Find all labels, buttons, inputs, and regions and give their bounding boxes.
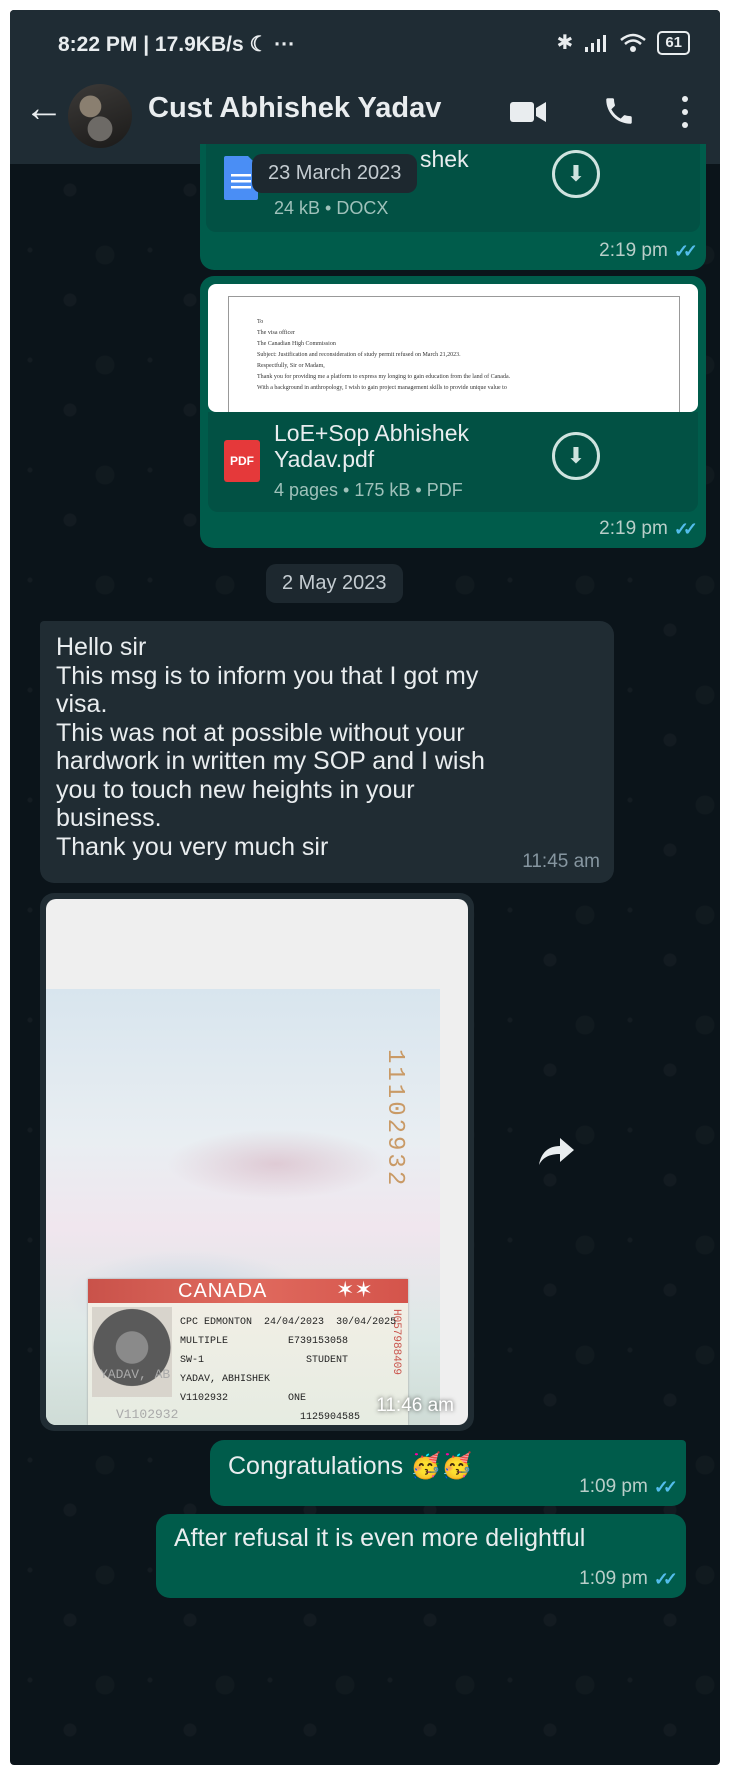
pdf-badge-icon: PDF — [224, 440, 260, 482]
visa-office: CPC EDMONTON — [180, 1317, 253, 1328]
message-line: This msg is to inform you that I got my — [56, 661, 479, 690]
download-icon[interactable]: ⬇ — [552, 150, 600, 198]
underlying-passport: V1102932 — [116, 1407, 179, 1422]
chat-screen: 8:22 PM | 17.9KB/s ☾ ··· ✱ 61 ← Cust Abh… — [10, 10, 720, 1765]
message-time: 1:09 pm — [579, 1476, 648, 1497]
visa-code: SW-1 — [180, 1355, 205, 1366]
congrats-message[interactable]: Congratulations 🥳🥳 1:09 pm ✓✓ — [210, 1440, 686, 1506]
underlying-name: YADAV, AB — [100, 1367, 171, 1382]
status-time: 8:22 PM | 17.9KB/s ☾ ··· — [58, 33, 296, 56]
incoming-message-meta: 11:45 am — [522, 851, 600, 873]
maple-leaf-icon: ✶✶ — [336, 1277, 373, 1302]
contact-avatar[interactable] — [68, 84, 132, 148]
contact-name[interactable]: Cust Abhishek Yadav — [148, 92, 441, 125]
read-receipt-icon: ✓✓ — [653, 1476, 678, 1497]
bluetooth-icon: ✱ — [556, 32, 574, 54]
message-line: Hello sir — [56, 633, 147, 661]
voice-call-icon[interactable] — [602, 94, 636, 128]
message-line: visa. — [56, 690, 108, 718]
message-text: Hello sir This msg is to inform you that… — [56, 633, 485, 861]
pdf-file-card[interactable]: PDF LoE+Sop Abhishek Yadav.pdf 4 pages •… — [208, 412, 698, 512]
message-text: Congratulations — [228, 1452, 404, 1480]
incoming-image-message[interactable]: 11102932 CANADA ✶✶ H057988409 CPC EDMONT… — [40, 893, 474, 1431]
message-time: 1:09 pm — [579, 1568, 648, 1589]
docx-file-name: shek — [420, 146, 469, 172]
message-line: business. — [56, 804, 162, 832]
image-meta: 11:46 am — [376, 1395, 454, 1417]
signal-icon — [585, 34, 607, 52]
pdf-message[interactable]: To The visa officer The Canadian High Co… — [200, 276, 706, 548]
visa-number: E739153058 — [288, 1336, 349, 1347]
date-chip-overlay: 23 March 2023 — [252, 154, 418, 193]
forward-icon[interactable] — [538, 1136, 576, 1166]
message-time: 2:19 pm — [599, 518, 668, 539]
pdf-file-name: LoE+Sop Abhishek Yadav.pdf — [274, 420, 470, 472]
preview-line: To — [257, 319, 264, 325]
message-line: hardwork in written my SOP and I wish — [56, 747, 485, 775]
wifi-icon — [620, 33, 647, 52]
read-receipt-icon: ✓✓ — [673, 240, 698, 261]
video-call-icon[interactable] — [510, 100, 546, 124]
after-refusal-message-meta: 1:09 pm ✓✓ — [579, 1568, 678, 1590]
docx-message-meta: 2:19 pm ✓✓ — [599, 240, 698, 262]
visa-holder-photo — [92, 1307, 172, 1397]
pdf-message-meta: 2:19 pm ✓✓ — [599, 518, 698, 540]
message-time: 11:45 am — [522, 851, 600, 872]
more-options-icon[interactable] — [682, 96, 690, 135]
download-icon[interactable]: ⬇ — [552, 432, 600, 480]
after-refusal-message[interactable]: After refusal it is even more delightful… — [156, 1514, 686, 1598]
visa-name: YADAV, ABHISHEK — [180, 1374, 271, 1385]
battery-indicator: 61 — [657, 30, 690, 55]
preview-line: Respectfully, Sir or Madam, — [257, 363, 325, 369]
preview-line: Thank you for providing me a platform to… — [257, 374, 511, 380]
congrats-message-meta: 1:09 pm ✓✓ — [579, 1476, 678, 1498]
incoming-text-message[interactable]: Hello sir This msg is to inform you that… — [40, 621, 614, 883]
pdf-preview[interactable]: To The visa officer The Canadian High Co… — [208, 284, 698, 412]
message-time: 2:19 pm — [599, 240, 668, 261]
read-receipt-icon: ✓✓ — [653, 1568, 678, 1589]
message-line: This was not at possible without your — [56, 718, 465, 747]
read-receipt-icon: ✓✓ — [673, 518, 698, 539]
message-text: After refusal it is even more delightful — [174, 1524, 586, 1552]
pdf-file-info: 4 pages • 175 kB • PDF — [274, 480, 463, 500]
visa-entries: MULTIPLE — [180, 1336, 229, 1347]
message-line: you to touch new heights in your — [56, 775, 415, 804]
status-icons: ✱ 61 — [557, 30, 690, 55]
passport-vertical-number: 11102932 — [381, 1049, 408, 1189]
preview-line: Subject: Justification and reconsiderati… — [257, 352, 461, 358]
visa-sticker: CANADA ✶✶ H057988409 CPC EDMONTON 24/04/… — [88, 1277, 408, 1425]
preview-line: The Canadian High Commission — [257, 341, 336, 347]
back-arrow-icon[interactable]: ← — [24, 88, 64, 128]
visa-date-to: 30/04/2025 — [336, 1317, 397, 1328]
message-time: 11:46 am — [376, 1395, 454, 1416]
visa-photo[interactable]: 11102932 CANADA ✶✶ H057988409 CPC EDMONT… — [46, 899, 468, 1425]
preview-line: The visa officer — [257, 330, 295, 336]
party-emoji: 🥳🥳 — [410, 1452, 473, 1480]
message-line: Thank you very much sir — [56, 832, 329, 861]
date-chip: 2 May 2023 — [266, 564, 403, 603]
visa-category: STUDENT — [306, 1355, 349, 1366]
status-bar: 8:22 PM | 17.9KB/s ☾ ··· ✱ 61 — [10, 10, 720, 66]
visa-country: CANADA — [178, 1280, 268, 1302]
docx-file-info: 24 kB • DOCX — [274, 198, 389, 218]
preview-line: With a background in anthropology, I wis… — [257, 385, 507, 391]
visa-passport: V1102932 — [180, 1393, 229, 1404]
visa-date-from: 24/04/2023 — [264, 1317, 325, 1328]
visa-uci: 1125904585 — [300, 1412, 361, 1423]
visa-count: ONE — [288, 1393, 307, 1404]
